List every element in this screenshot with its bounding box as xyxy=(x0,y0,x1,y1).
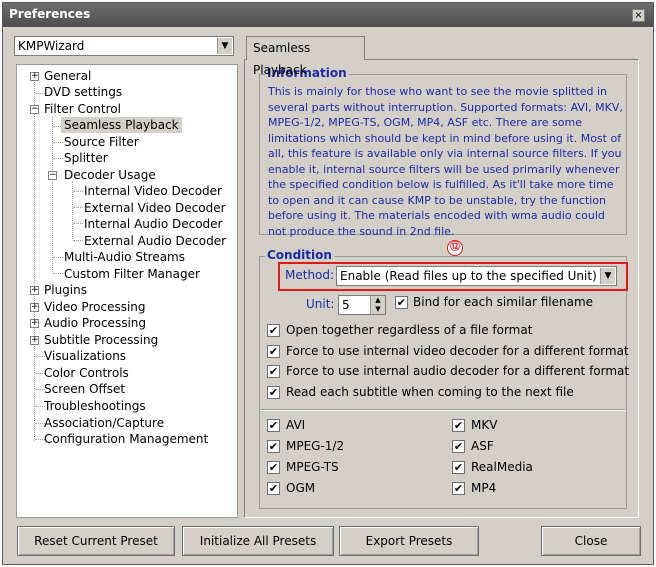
tree-item-association-capture[interactable]: Association/Capture xyxy=(44,415,164,431)
collapse-icon[interactable]: − xyxy=(30,105,39,114)
tree-item-visualizations[interactable]: Visualizations xyxy=(44,348,126,364)
format-asf-label: ASF xyxy=(471,439,494,453)
format-mpegts-label: MPEG-TS xyxy=(286,460,339,474)
read-subtitle-checkbox[interactable]: ✔ xyxy=(267,386,280,399)
chevron-down-icon[interactable]: ▼ xyxy=(600,268,615,284)
tree-item-multi-audio-streams[interactable]: Multi-Audio Streams xyxy=(64,249,185,265)
tree-connector xyxy=(34,77,35,441)
unit-value: 5 xyxy=(342,298,350,312)
format-avi-checkbox[interactable]: ✔ xyxy=(267,419,280,432)
window-title: Preferences xyxy=(9,7,91,21)
tree-item-configuration-management[interactable]: Configuration Management xyxy=(44,431,208,447)
tree-item-external-video-decoder[interactable]: External Video Decoder xyxy=(84,200,226,216)
tree-connector xyxy=(53,142,63,143)
method-label: Method: xyxy=(285,268,335,282)
force-video-decoder-checkbox[interactable]: ✔ xyxy=(267,345,280,358)
format-avi-label: AVI xyxy=(286,418,306,432)
tree-item-dvd-settings[interactable]: DVD settings xyxy=(44,84,122,100)
tree-item-screen-offset[interactable]: Screen Offset xyxy=(44,381,125,397)
unit-label: Unit: xyxy=(306,297,335,311)
tree-item-custom-filter-manager[interactable]: Custom Filter Manager xyxy=(64,266,200,282)
open-together-checkbox[interactable]: ✔ xyxy=(267,324,280,337)
tree-item-video-processing[interactable]: Video Processing xyxy=(44,299,146,315)
information-text: This is mainly for those who want to see… xyxy=(268,85,623,238)
tree-connector xyxy=(73,223,83,224)
tree-item-filter-control[interactable]: Filter Control xyxy=(44,101,121,117)
tree-item-audio-processing[interactable]: Audio Processing xyxy=(44,315,146,331)
format-realmedia-label: RealMedia xyxy=(471,460,533,474)
tree-connector xyxy=(73,207,83,208)
format-realmedia-checkbox[interactable]: ✔ xyxy=(452,461,465,474)
tree-item-internal-video-decoder[interactable]: Internal Video Decoder xyxy=(84,183,222,199)
format-mpeg12-checkbox[interactable]: ✔ xyxy=(267,440,280,453)
format-mpeg12-label: MPEG-1/2 xyxy=(286,439,345,453)
condition-separator xyxy=(261,409,625,411)
tree-item-external-audio-decoder[interactable]: External Audio Decoder xyxy=(84,233,226,249)
chevron-down-icon[interactable]: ▼ xyxy=(217,38,232,54)
tree-connector xyxy=(53,257,63,258)
preset-select[interactable]: KMPWizard ▼ xyxy=(14,36,234,56)
settings-tree[interactable]: + General DVD settings − Filter Control … xyxy=(16,64,238,518)
expand-icon[interactable]: + xyxy=(30,286,39,295)
tree-item-seamless-playback[interactable]: Seamless Playback xyxy=(61,117,182,133)
tree-item-splitter[interactable]: Splitter xyxy=(64,150,108,166)
tree-item-general[interactable]: General xyxy=(44,68,91,84)
export-presets-button[interactable]: Export Presets xyxy=(339,526,479,556)
open-together-label: Open together regardless of a file forma… xyxy=(286,323,533,337)
format-mkv-checkbox[interactable]: ✔ xyxy=(452,419,465,432)
method-select-value: Enable (Read files up to the specified U… xyxy=(340,269,597,283)
force-audio-decoder-checkbox[interactable]: ✔ xyxy=(267,365,280,378)
close-icon[interactable]: × xyxy=(632,9,645,22)
close-button[interactable]: Close xyxy=(541,526,641,556)
collapse-icon[interactable]: − xyxy=(48,171,57,180)
force-video-decoder-label: Force to use internal video decoder for … xyxy=(286,344,629,358)
tree-item-decoder-usage[interactable]: Decoder Usage xyxy=(64,167,156,183)
stepper-buttons[interactable]: ▲ ▼ xyxy=(370,296,385,314)
title-bar[interactable]: Preferences × xyxy=(3,3,653,27)
format-asf-checkbox[interactable]: ✔ xyxy=(452,440,465,453)
reset-current-preset-button[interactable]: Reset Current Preset xyxy=(17,526,175,556)
tree-connector xyxy=(53,273,63,274)
tab-seamless-playback[interactable]: Seamless Playback xyxy=(246,36,365,77)
condition-title: Condition xyxy=(265,248,334,262)
read-subtitle-label: Read each subtitle when coming to the ne… xyxy=(286,385,574,399)
format-mkv-label: MKV xyxy=(471,418,498,432)
tree-connector xyxy=(53,158,63,159)
method-select[interactable]: Enable (Read files up to the specified U… xyxy=(336,266,617,286)
tree-connector xyxy=(73,240,83,241)
tree-item-troubleshootings[interactable]: Troubleshootings xyxy=(44,398,146,414)
tree-item-plugins[interactable]: Plugins xyxy=(44,282,87,298)
tree-item-source-filter[interactable]: Source Filter xyxy=(64,134,139,150)
initialize-all-presets-button[interactable]: Initialize All Presets xyxy=(182,526,334,556)
force-audio-decoder-label: Force to use internal audio decoder for … xyxy=(286,364,630,378)
format-mpegts-checkbox[interactable]: ✔ xyxy=(267,461,280,474)
preferences-window: Preferences × KMPWizard ▼ + General DVD … xyxy=(2,2,654,565)
tree-item-internal-audio-decoder[interactable]: Internal Audio Decoder xyxy=(84,216,222,232)
bind-similar-label: Bind for each similar filename xyxy=(413,295,594,309)
preset-select-value: KMPWizard xyxy=(18,39,85,53)
format-mp4-checkbox[interactable]: ✔ xyxy=(452,482,465,495)
expand-icon[interactable]: + xyxy=(30,319,39,328)
expand-icon[interactable]: + xyxy=(30,72,39,81)
tree-item-subtitle-processing[interactable]: Subtitle Processing xyxy=(44,332,158,348)
expand-icon[interactable]: + xyxy=(30,336,39,345)
tree-connector xyxy=(52,117,53,272)
tree-connector xyxy=(72,181,73,239)
format-ogm-label: OGM xyxy=(286,481,316,495)
triangle-up-icon[interactable]: ▲ xyxy=(371,296,385,305)
callout-badge: ⑫ xyxy=(447,240,463,256)
bind-similar-checkbox[interactable]: ✔ xyxy=(395,296,408,309)
unit-stepper[interactable]: 5 ▲ ▼ xyxy=(338,295,386,315)
format-mp4-label: MP4 xyxy=(471,481,497,495)
format-ogm-checkbox[interactable]: ✔ xyxy=(267,482,280,495)
triangle-down-icon[interactable]: ▼ xyxy=(371,305,385,314)
tree-connector xyxy=(73,191,83,192)
tree-item-color-controls[interactable]: Color Controls xyxy=(44,365,129,381)
expand-icon[interactable]: + xyxy=(30,303,39,312)
